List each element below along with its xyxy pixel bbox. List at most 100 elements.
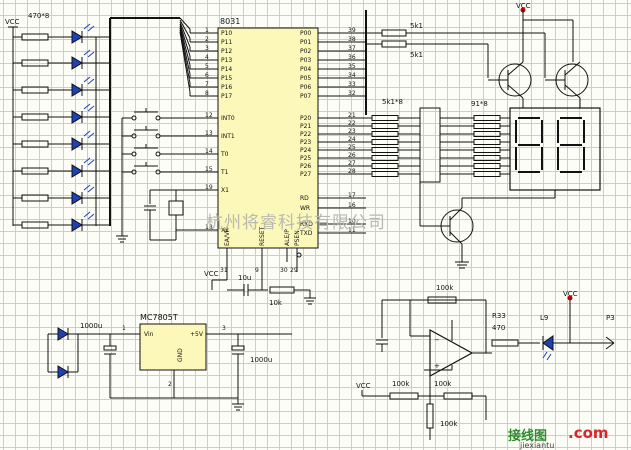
mcu-pin-left-name: INT1 bbox=[221, 133, 235, 140]
seg-resistor-label: 91*8 bbox=[471, 100, 488, 108]
p2-resistor bbox=[371, 123, 399, 129]
reset-cap-label: 10u bbox=[238, 274, 251, 282]
led-diode bbox=[71, 191, 83, 205]
mcu-pin-p0-name: P04 bbox=[300, 66, 311, 73]
transistor-q1 bbox=[488, 61, 532, 108]
r33-label: R33 bbox=[492, 312, 506, 320]
svg-text:−: − bbox=[434, 336, 440, 344]
mcu-label: 8031 bbox=[220, 17, 240, 26]
output-cap-label: 1000u bbox=[250, 356, 272, 364]
led-resistor bbox=[21, 221, 49, 229]
mcu-pin-p2-name: P27 bbox=[300, 171, 311, 178]
site-logo-url: jiexiantu bbox=[519, 441, 554, 450]
led-resistor bbox=[21, 86, 49, 94]
reset-section: VCC 10u 10k bbox=[204, 252, 316, 307]
led-diode bbox=[71, 83, 83, 97]
mcu-pin-p2-number: 23 bbox=[348, 128, 356, 135]
push-button bbox=[122, 162, 200, 175]
mcu-pin-left-name: P12 bbox=[221, 48, 232, 55]
reg-out-label: +5V bbox=[190, 331, 204, 338]
mcu-pin-p2-number: 25 bbox=[348, 144, 356, 151]
p0-resistor-1 bbox=[381, 29, 407, 37]
p2-buffer bbox=[419, 107, 441, 183]
led-resistor bbox=[21, 194, 49, 202]
led-resistor bbox=[21, 167, 49, 175]
schematic-canvas: VCC 470*8 8031 P10 1 P11 2 P12 3 P13 4 P… bbox=[0, 0, 631, 450]
input-resistor-label: 100k bbox=[392, 380, 410, 388]
mcu-pin-p0-number: 32 bbox=[348, 90, 356, 97]
push-buttons bbox=[122, 108, 200, 175]
seven-seg-digits bbox=[515, 117, 585, 173]
p2-resistor bbox=[371, 115, 399, 121]
mcu-right-pins: P00 39 P01 38 P02 37 P03 36 P04 35 P05 34 P06 33 P07 32… bbox=[299, 27, 372, 237]
mcu-pin-misc-name: RD bbox=[300, 195, 309, 202]
input-cap-label: 1000u bbox=[80, 322, 102, 330]
p0-resistor-label-2: 5k1 bbox=[410, 51, 423, 59]
mcu-pin-p0-name: P07 bbox=[300, 93, 311, 100]
led-row bbox=[13, 157, 110, 178]
mcu-pin-p0-number: 39 bbox=[348, 27, 356, 34]
mcu-pin-p0-name: P02 bbox=[300, 48, 311, 55]
mcu-pin-bottom-number: 30 bbox=[280, 267, 288, 274]
reg-gnd-label: GND bbox=[177, 348, 184, 362]
push-button bbox=[122, 108, 200, 121]
led-l9 bbox=[542, 335, 554, 351]
bias-resistor-top-label: 100k bbox=[434, 380, 452, 388]
bias-resistor-top bbox=[443, 392, 473, 400]
digit bbox=[557, 117, 585, 173]
mcu-pin-left-name: P14 bbox=[221, 66, 232, 73]
mcu-pin-p0-name: P05 bbox=[300, 75, 311, 82]
mcu-pin-left-number: 12 bbox=[205, 112, 213, 119]
reg-pin-2: 2 bbox=[168, 381, 172, 388]
mcu-pin-left-number: 8 bbox=[205, 90, 209, 97]
mcu-pin-left-name: T0 bbox=[220, 151, 229, 158]
mcu-pin-p2-name: P24 bbox=[300, 147, 311, 154]
mcu-pin-left-number: 13 bbox=[205, 130, 213, 137]
seg-resistor bbox=[473, 131, 501, 137]
led-row bbox=[13, 23, 110, 44]
mcu-pin-p2-name: P20 bbox=[300, 115, 311, 122]
site-logo-com: .com bbox=[568, 424, 609, 442]
led-diode bbox=[71, 30, 83, 44]
mcu-pin-p0-number: 35 bbox=[348, 63, 356, 70]
push-button bbox=[122, 144, 200, 157]
mcu-pin-left-name: P15 bbox=[221, 75, 232, 82]
transistor-q3 bbox=[419, 182, 556, 269]
led-diode bbox=[71, 137, 83, 151]
button-section bbox=[121, 108, 218, 241]
led-diode bbox=[71, 110, 83, 124]
crystal bbox=[168, 200, 184, 216]
p2-resistor-label: 5k1*8 bbox=[382, 98, 403, 106]
led-resistor bbox=[21, 140, 49, 148]
mcu-pin-left-name: P17 bbox=[221, 93, 232, 100]
mcu-pin-p0-number: 37 bbox=[348, 45, 356, 52]
led-row bbox=[13, 76, 110, 97]
mcu-pin-p2-number: 26 bbox=[348, 152, 356, 159]
bias-resistor-label: 100k bbox=[440, 420, 458, 428]
mcu-pin-left-name: P10 bbox=[221, 30, 232, 37]
mcu-pin-misc-name: WR bbox=[300, 205, 310, 212]
mcu-pin-p2-name: P23 bbox=[300, 139, 311, 146]
p0-resistor-2 bbox=[381, 40, 407, 48]
mcu-pin-left-number: 14 bbox=[205, 148, 213, 155]
push-button bbox=[122, 126, 200, 139]
led-resistor bbox=[21, 59, 49, 67]
mcu-pin-left-number: 7 bbox=[205, 81, 209, 88]
mcu-pin-p2-number: 24 bbox=[348, 136, 356, 143]
p2-resistor bbox=[371, 155, 399, 161]
connector-label: P3 bbox=[606, 314, 615, 322]
p2-resistor bbox=[371, 171, 399, 177]
reg-vin-label: Vin bbox=[144, 331, 154, 338]
led-diode bbox=[71, 56, 83, 70]
mcu-pin-p0-name: P03 bbox=[300, 57, 311, 64]
mcu-pin-left-number: 3 bbox=[205, 45, 209, 52]
reg-pin-3: 3 bbox=[222, 325, 226, 332]
mcu-pin-p2-name: P26 bbox=[300, 163, 311, 170]
mcu-pin-p0-number: 38 bbox=[348, 36, 356, 43]
transistor-q2 bbox=[545, 61, 589, 108]
led-resistor bbox=[21, 113, 49, 121]
mcu-pin-p2-number: 28 bbox=[348, 168, 356, 175]
feedback-resistor-label: 100k bbox=[436, 284, 454, 292]
led-row bbox=[13, 49, 110, 70]
mcu-pin-left-number: 5 bbox=[205, 63, 209, 70]
